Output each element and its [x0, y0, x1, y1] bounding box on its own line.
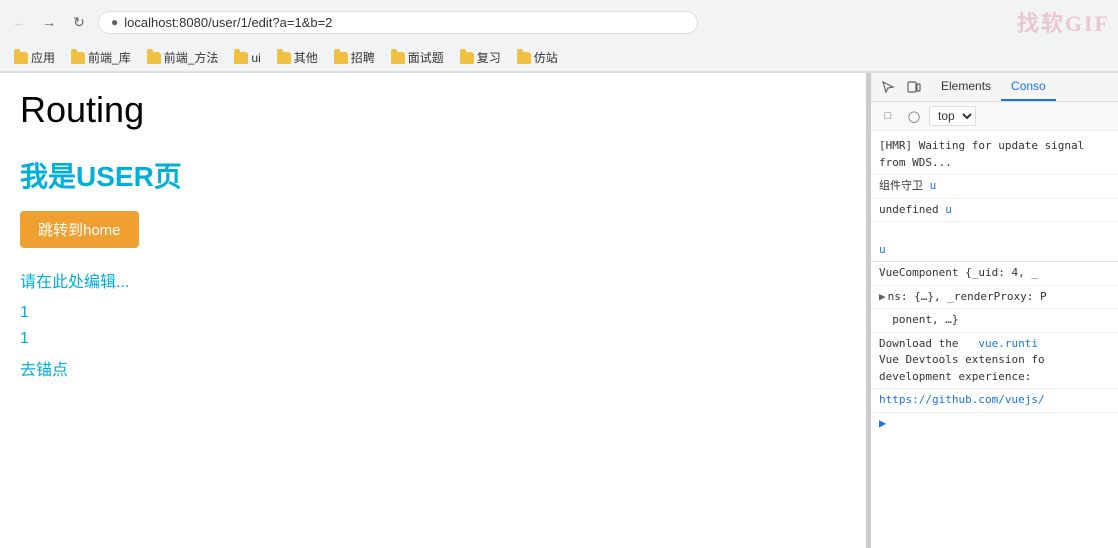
console-link-github[interactable]: https://github.com/vuejs/ — [879, 393, 1045, 406]
browser-toolbar: ← → ↻ ● localhost:8080/user/1/edit?a=1&b… — [0, 0, 1118, 44]
bookmark-label: 应用 — [31, 49, 55, 66]
main-area: Routing 我是USER页 跳转到home 请在此处编辑... 1 1 去锚… — [0, 73, 1118, 548]
bookmark-label: ui — [251, 51, 260, 65]
console-link-spacer[interactable]: u — [879, 243, 886, 256]
inspect-element-button[interactable] — [875, 74, 901, 100]
devtools-toolbar: Elements Conso — [871, 73, 1118, 102]
expand-icon[interactable]: ▶ — [879, 290, 886, 303]
address-bar[interactable]: ● localhost:8080/user/1/edit?a=1&b=2 — [98, 11, 698, 34]
bookmark-item[interactable]: 前端_库 — [65, 47, 137, 68]
bookmark-label: 前端_库 — [88, 49, 131, 66]
page-title: Routing — [20, 89, 846, 131]
folder-icon — [460, 52, 474, 64]
console-line-download: Download the vue.runti Vue Devtools exte… — [871, 333, 1118, 390]
console-link-vueruntime[interactable]: vue.runti — [978, 337, 1038, 350]
console-line-hmr: [HMR] Waiting for update signal from WDS… — [871, 135, 1118, 175]
bookmark-item[interactable]: 仿站 — [511, 47, 564, 68]
bookmark-label: 面试题 — [408, 49, 444, 66]
devtools-secondary-bar: □ ◯ top — [871, 102, 1118, 131]
bookmark-item[interactable]: 面试题 — [385, 47, 450, 68]
folder-icon — [517, 52, 531, 64]
bookmark-label: 招聘 — [351, 49, 375, 66]
console-line-spacer: u — [871, 222, 1118, 262]
bookmarks-bar: 应用 前端_库 前端_方法 ui 其他 招聘 面试题 复习 仿站 — [0, 44, 1118, 72]
device-toolbar-button[interactable] — [901, 74, 927, 100]
lock-icon: ● — [111, 15, 118, 29]
bookmark-item[interactable]: 招聘 — [328, 47, 381, 68]
edit-placeholder: 请在此处编辑... — [20, 268, 846, 292]
refresh-button[interactable]: ↻ — [68, 11, 90, 33]
filter-button[interactable]: ◯ — [903, 105, 925, 127]
watermark: 找软GIF — [1017, 6, 1110, 38]
bookmark-item[interactable]: ui — [228, 49, 266, 67]
back-button[interactable]: ← — [8, 11, 30, 33]
url-text: localhost:8080/user/1/edit?a=1&b=2 — [124, 15, 332, 30]
devtools-content: [HMR] Waiting for update signal from WDS… — [871, 131, 1118, 548]
forward-button[interactable]: → — [38, 11, 60, 33]
console-line-guard: 组件守卫 u — [871, 175, 1118, 199]
folder-icon — [234, 52, 248, 64]
jump-home-button[interactable]: 跳转到home — [20, 211, 139, 248]
bookmark-item[interactable]: 应用 — [8, 47, 61, 68]
console-line-vue-obj3: ponent, …} — [871, 309, 1118, 333]
bookmark-label: 前端_方法 — [164, 49, 219, 66]
folder-icon — [391, 52, 405, 64]
bookmark-label: 仿站 — [534, 49, 558, 66]
console-link-undefined[interactable]: u — [945, 203, 952, 216]
param-b-value: 1 — [20, 330, 846, 348]
console-line-vue-obj1: VueComponent {_uid: 4, _ — [871, 262, 1118, 286]
folder-icon — [147, 52, 161, 64]
clear-console-button[interactable]: □ — [877, 105, 899, 127]
bookmark-item[interactable]: 复习 — [454, 47, 507, 68]
param-a-value: 1 — [20, 304, 846, 322]
anchor-link[interactable]: 去锚点 — [20, 362, 68, 379]
console-prompt: ▶ — [871, 413, 1118, 433]
user-heading: 我是USER页 — [20, 155, 846, 195]
tab-console[interactable]: Conso — [1001, 73, 1056, 101]
tab-elements[interactable]: Elements — [931, 73, 1001, 101]
context-select[interactable]: top — [929, 106, 976, 126]
bookmark-item[interactable]: 前端_方法 — [141, 47, 225, 68]
bookmark-label: 复习 — [477, 49, 501, 66]
browser-chrome: ← → ↻ ● localhost:8080/user/1/edit?a=1&b… — [0, 0, 1118, 73]
console-line-github: https://github.com/vuejs/ — [871, 389, 1118, 413]
devtools-icons — [871, 74, 931, 100]
page-content: Routing 我是USER页 跳转到home 请在此处编辑... 1 1 去锚… — [0, 73, 866, 548]
devtools-panel: Elements Conso □ ◯ top [HMR] Waiting for… — [870, 73, 1118, 548]
folder-icon — [334, 52, 348, 64]
console-line-vue-obj2: ▶ns: {…}, _renderProxy: P — [871, 286, 1118, 310]
prompt-caret-icon: ▶ — [879, 416, 886, 430]
folder-icon — [277, 52, 291, 64]
console-link-guard[interactable]: u — [930, 179, 937, 192]
folder-icon — [71, 52, 85, 64]
bookmark-item[interactable]: 其他 — [271, 47, 324, 68]
bookmark-label: 其他 — [294, 49, 318, 66]
console-line-undefined: undefined u — [871, 199, 1118, 223]
folder-icon — [14, 52, 28, 64]
